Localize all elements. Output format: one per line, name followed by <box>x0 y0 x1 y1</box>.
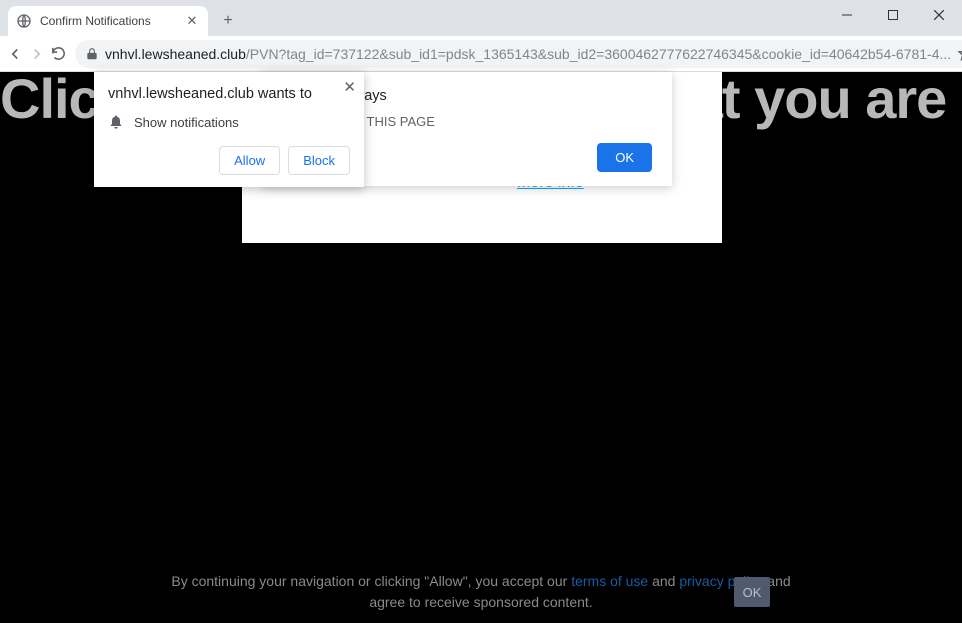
block-button[interactable]: Block <box>288 146 350 175</box>
consent-and: and <box>648 573 679 589</box>
consent-text: By continuing your navigation or clickin… <box>171 571 790 613</box>
reload-button[interactable] <box>50 40 67 68</box>
window-controls <box>824 0 962 30</box>
star-icon[interactable] <box>957 45 962 62</box>
tab-close-icon[interactable]: ✕ <box>184 13 200 29</box>
back-button[interactable] <box>6 40 24 68</box>
consent-line2: agree to receive sponsored content. <box>369 594 592 610</box>
permission-row: Show notifications <box>108 114 350 130</box>
new-tab-button[interactable]: + <box>214 7 242 35</box>
allow-button[interactable]: Allow <box>219 146 280 175</box>
consent-bar: By continuing your navigation or clickin… <box>0 571 962 613</box>
url-text: vnhvl.lewsheaned.club/PVN?tag_id=737122&… <box>105 46 951 62</box>
bell-icon <box>108 114 124 130</box>
terms-link[interactable]: terms of use <box>571 573 648 589</box>
js-alert-ok-button[interactable]: OK <box>597 143 652 172</box>
consent-ok-button[interactable]: OK <box>734 577 770 607</box>
forward-button[interactable] <box>28 40 46 68</box>
titlebar: Confirm Notifications ✕ + <box>0 0 962 36</box>
toolbar: vnhvl.lewsheaned.club/PVN?tag_id=737122&… <box>0 36 962 72</box>
close-window-button[interactable] <box>916 0 962 30</box>
permission-row-text: Show notifications <box>134 115 239 130</box>
permission-title: vnhvl.lewsheaned.club wants to <box>108 86 350 102</box>
maximize-button[interactable] <box>870 0 916 30</box>
permission-close-icon[interactable]: ✕ <box>343 78 356 96</box>
url-domain: vnhvl.lewsheaned.club <box>105 46 246 62</box>
globe-icon <box>16 13 32 29</box>
lock-icon <box>85 47 99 61</box>
url-path: /PVN?tag_id=737122&sub_id1=pdsk_1365143&… <box>246 46 951 62</box>
minimize-button[interactable] <box>824 0 870 30</box>
permission-prompt: ✕ vnhvl.lewsheaned.club wants to Show no… <box>94 72 364 187</box>
consent-prefix: By continuing your navigation or clickin… <box>171 573 571 589</box>
permission-actions: Allow Block <box>108 146 350 175</box>
tab-title: Confirm Notifications <box>40 14 176 28</box>
address-bar[interactable]: vnhvl.lewsheaned.club/PVN?tag_id=737122&… <box>75 40 962 68</box>
browser-tab[interactable]: Confirm Notifications ✕ <box>8 6 208 36</box>
